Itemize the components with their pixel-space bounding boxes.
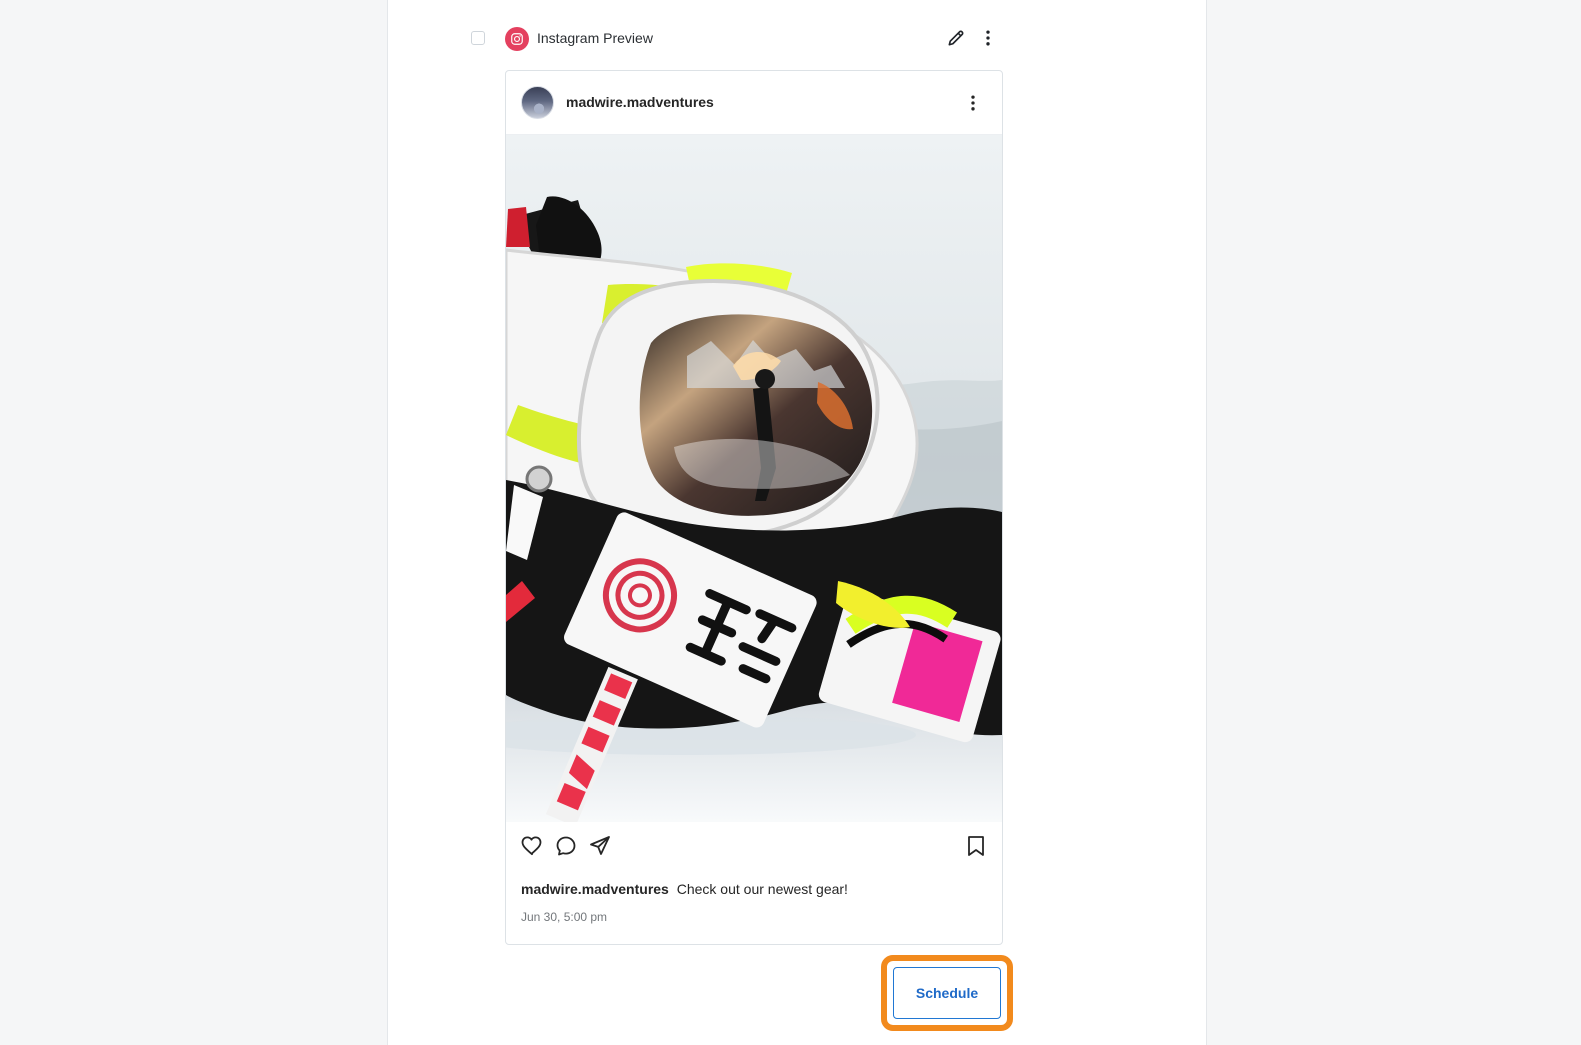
more-vertical-icon-glyph [986,30,990,46]
pencil-icon-glyph [948,30,964,46]
caption-text: Check out our newest gear! [676,881,848,897]
bookmark-icon-glyph [968,836,984,856]
preview-header-actions [944,26,1000,50]
avatar [521,86,554,119]
caption-username: madwire.madventures [521,881,669,897]
post-timestamp: Jun 30, 5:00 pm [521,910,608,924]
post-username: madwire.madventures [566,94,714,110]
preview-title: Instagram Preview [537,30,653,46]
instagram-icon [505,27,529,51]
helmet-goggles-photo [506,135,1002,822]
send-icon-glyph [590,836,610,855]
more-vertical-icon[interactable] [961,91,985,115]
pencil-icon[interactable] [944,26,968,50]
comment-icon-glyph [556,836,576,856]
post-image [506,135,1002,822]
instagram-post-preview-card: madwire.madventures madwire.madventures … [505,70,1003,945]
comment-icon[interactable] [554,834,578,858]
post-action-group [520,834,612,858]
send-icon[interactable] [588,834,612,858]
more-vertical-icon[interactable] [976,26,1000,50]
bookmark-icon[interactable] [964,834,988,858]
preview-select-checkbox[interactable] [471,31,485,45]
post-actions [520,834,988,864]
heart-icon[interactable] [520,834,544,858]
preview-header: Instagram Preview [388,24,1206,56]
post-more-icon-glyph [971,95,975,111]
content-panel: Instagram Preview madwire.madventures ma… [387,0,1207,1045]
heart-icon-glyph [521,836,542,856]
post-caption: madwire.madventures Check out our newest… [521,881,848,897]
post-header: madwire.madventures [506,71,1002,135]
instagram-icon-glyph [511,33,523,45]
schedule-button[interactable]: Schedule [893,967,1001,1019]
